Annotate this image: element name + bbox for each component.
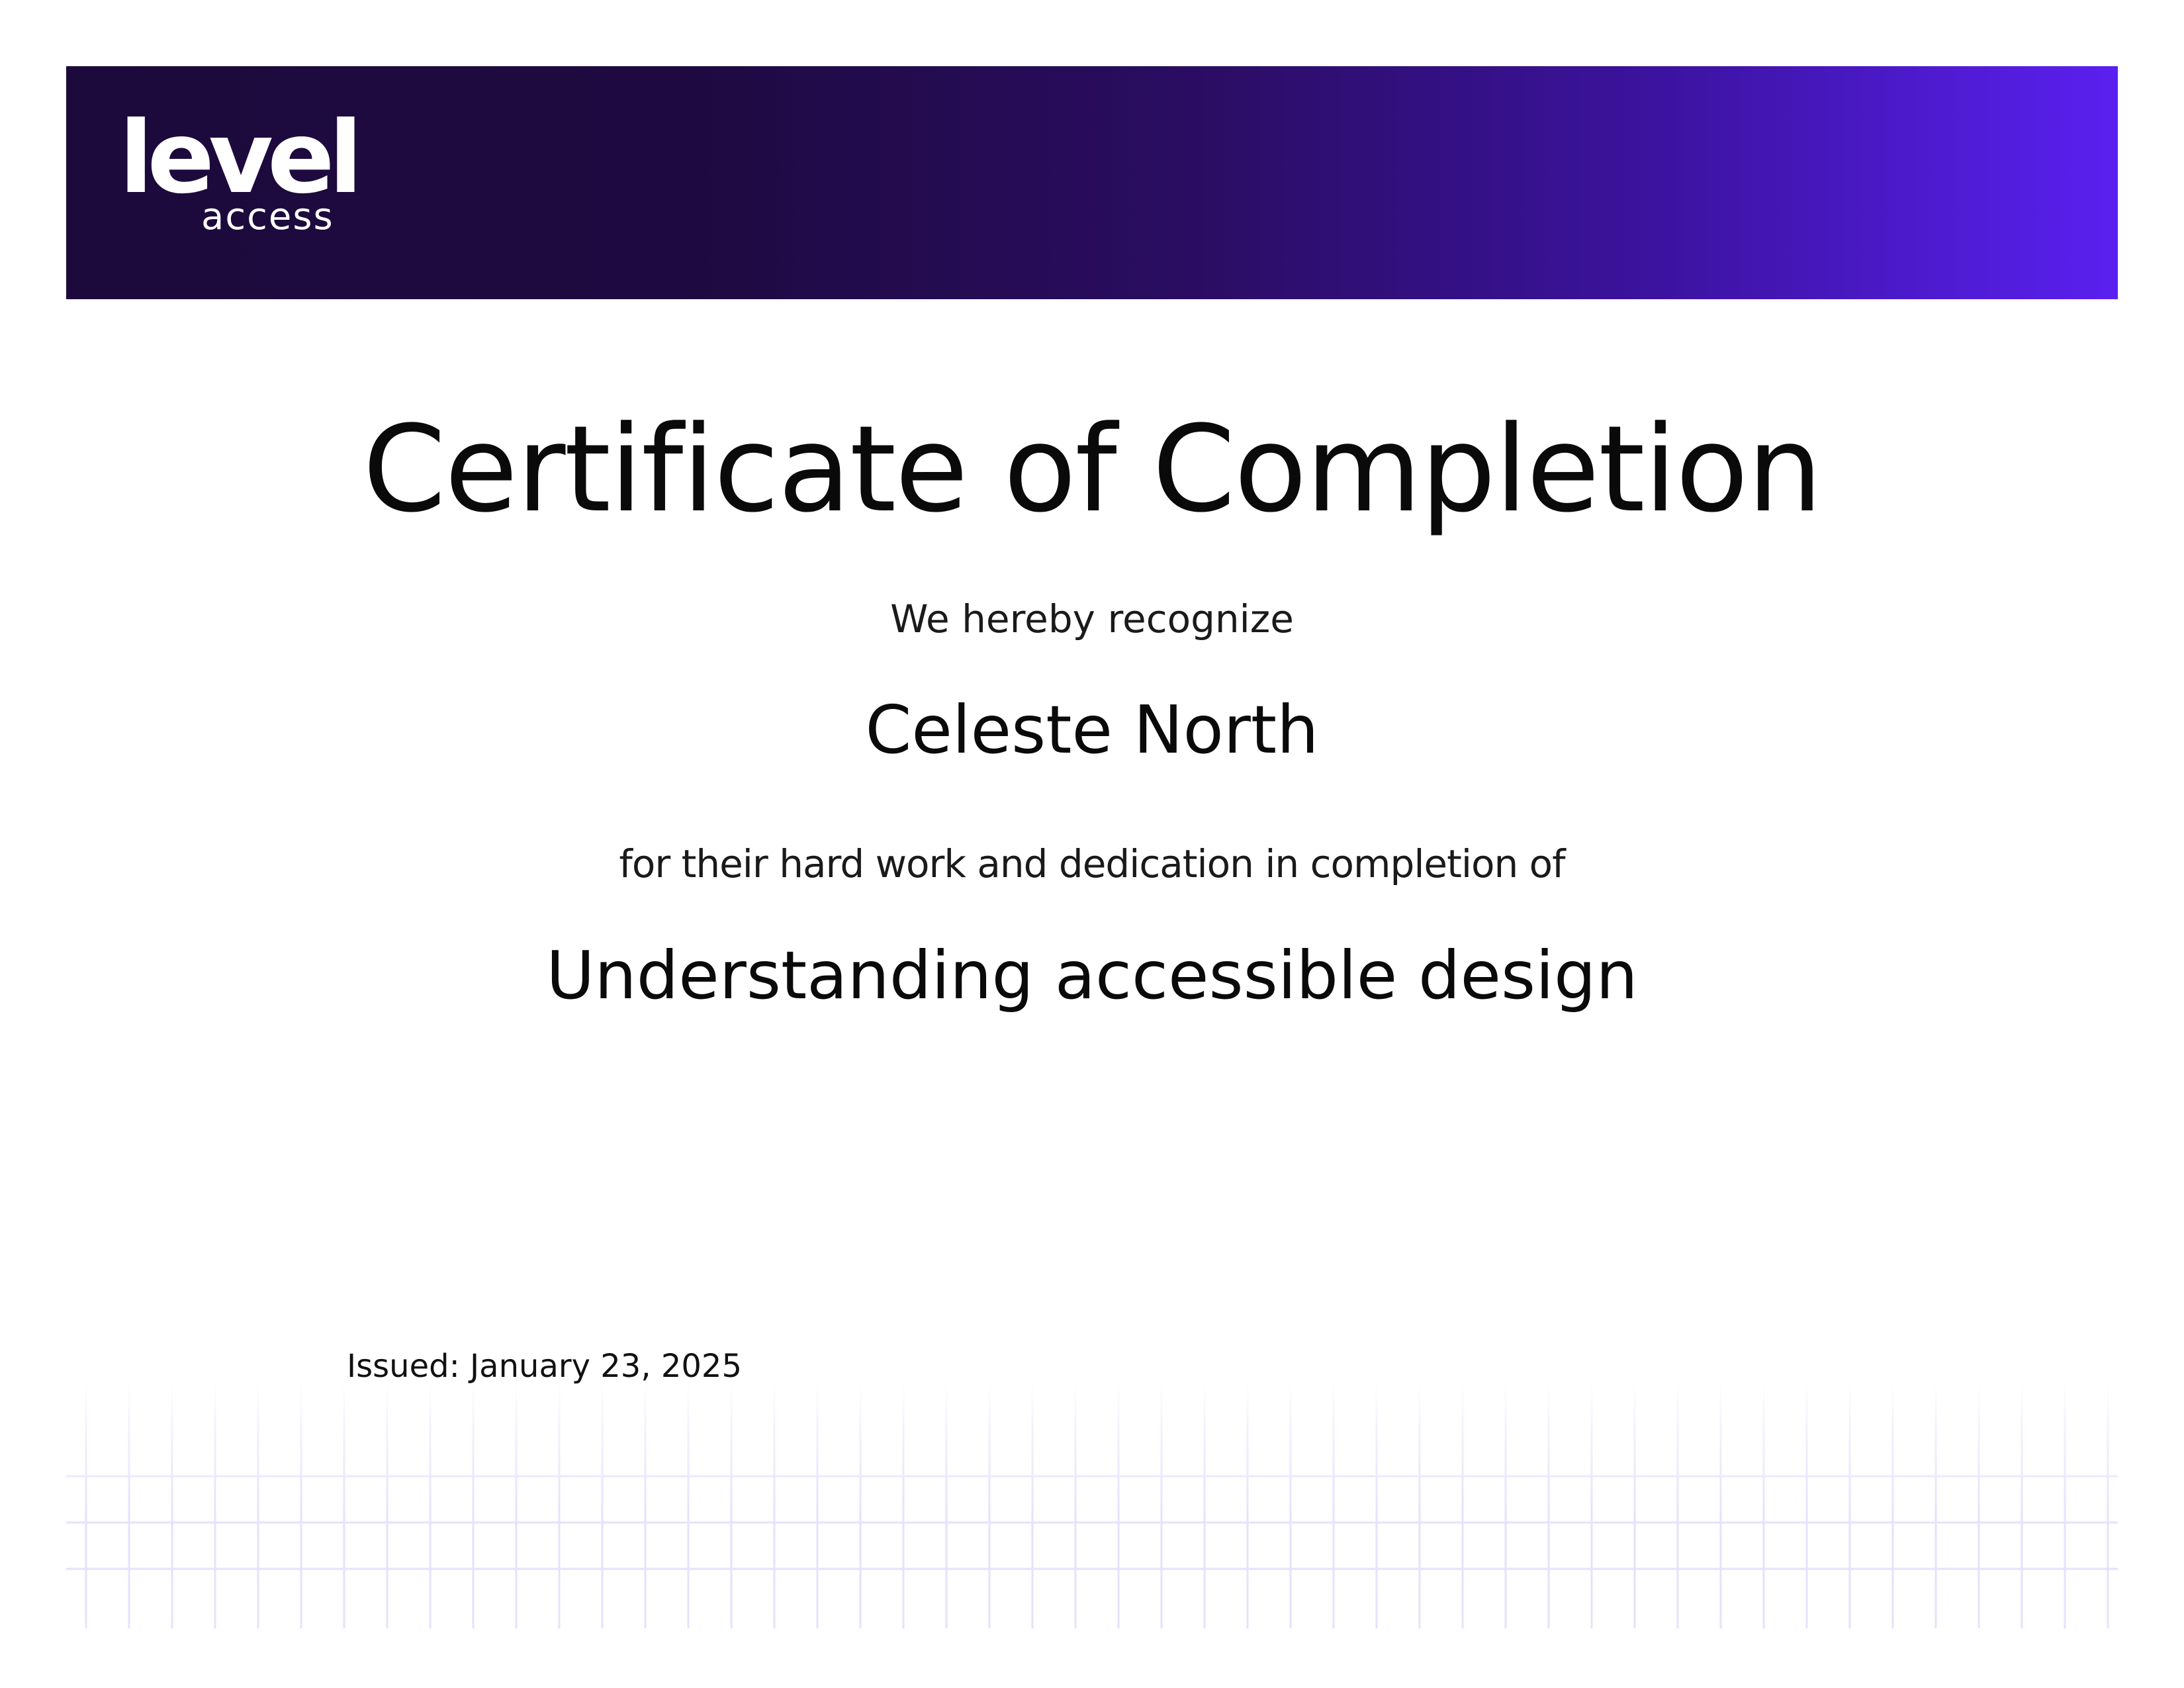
recipient-name: Celeste North bbox=[865, 691, 1319, 769]
recognition-text: We hereby recognize bbox=[890, 596, 1294, 641]
logo-subtext: access bbox=[201, 195, 334, 238]
decorative-grid bbox=[66, 1383, 2118, 1628]
header-banner: level access bbox=[66, 66, 2118, 299]
level-access-logo: level access bbox=[119, 109, 363, 246]
issued-date: Issued: January 23, 2025 bbox=[347, 1348, 742, 1385]
logo-wordmark: level bbox=[119, 101, 363, 216]
completion-reason-text: for their hard work and dedication in co… bbox=[619, 841, 1565, 886]
certificate-title: Certificate of Completion bbox=[363, 400, 1823, 539]
course-name: Understanding accessible design bbox=[546, 937, 1638, 1014]
